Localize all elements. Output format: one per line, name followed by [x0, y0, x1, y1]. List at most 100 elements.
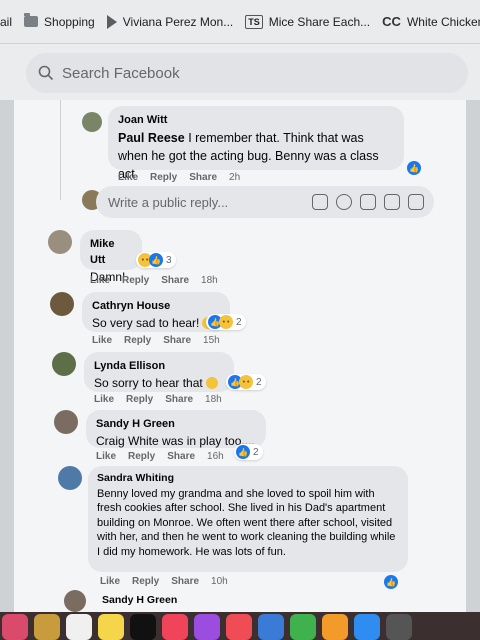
- share-button[interactable]: Share: [163, 335, 191, 346]
- like-button[interactable]: Like: [118, 172, 138, 183]
- app-icon[interactable]: [66, 614, 92, 640]
- keynote-icon[interactable]: [258, 614, 284, 640]
- search-placeholder: Search Facebook: [62, 64, 180, 82]
- reaction-count: 2: [236, 316, 242, 328]
- share-button[interactable]: Share: [189, 172, 217, 183]
- dock: [0, 612, 480, 640]
- sad-emoji-icon: [205, 377, 218, 389]
- play-icon: [106, 14, 117, 29]
- ts-icon: TS: [245, 14, 263, 29]
- gif-icon[interactable]: [384, 194, 400, 210]
- reply-button[interactable]: Reply: [126, 394, 153, 405]
- comment-bubble-sandra-whiting: Sandra Whiting Benny loved my grandma an…: [88, 466, 408, 572]
- reply-button[interactable]: Reply: [132, 576, 159, 587]
- bookmark-viviana[interactable]: Viviana Perez Mon...: [106, 14, 234, 29]
- reply-input[interactable]: Write a public reply...: [96, 186, 434, 218]
- share-button[interactable]: Share: [161, 275, 189, 286]
- comment-time[interactable]: 18h: [205, 394, 222, 405]
- comment-actions: Like Reply Share 2h: [118, 172, 240, 183]
- cc-icon: CC: [382, 14, 401, 29]
- reply-placeholder: Write a public reply...: [108, 194, 229, 210]
- comment-author[interactable]: Joan Witt: [118, 112, 394, 128]
- numbers-icon[interactable]: [290, 614, 316, 640]
- like-button[interactable]: Like: [96, 451, 116, 462]
- camera-icon[interactable]: [360, 194, 376, 210]
- folder-icon: [24, 13, 39, 27]
- avatar[interactable]: [58, 466, 82, 490]
- bookmark-label: Shopping: [44, 14, 95, 29]
- podcasts-icon[interactable]: [194, 614, 220, 640]
- reply-button[interactable]: Reply: [124, 335, 151, 346]
- share-button[interactable]: Share: [167, 451, 195, 462]
- comment-actions: Like Reply Share 10h: [100, 576, 228, 587]
- sad-reaction-icon: • •: [219, 315, 233, 329]
- music-icon[interactable]: [162, 614, 188, 640]
- mention-link[interactable]: Paul Reese: [118, 131, 185, 145]
- bookmark-mice[interactable]: TS Mice Share Each...: [245, 14, 371, 29]
- comment-author[interactable]: Sandra Whiting: [97, 471, 399, 486]
- like-button[interactable]: Like: [90, 275, 110, 286]
- share-button[interactable]: Share: [171, 576, 199, 587]
- like-button[interactable]: Like: [94, 394, 114, 405]
- comment-author[interactable]: Sandy H Green: [96, 416, 256, 432]
- news-icon[interactable]: [226, 614, 252, 640]
- comment-time[interactable]: 15h: [203, 335, 220, 346]
- reaction-summary[interactable]: 👍: [384, 575, 398, 589]
- comment-author[interactable]: Mike Utt: [90, 236, 132, 268]
- comment-text: So sorry to hear that: [94, 376, 203, 390]
- avatar[interactable]: [50, 292, 74, 316]
- comment-actions: Like Reply Share 18h: [90, 275, 218, 286]
- sad-reaction-icon: • •: [239, 375, 253, 389]
- avatar[interactable]: [52, 352, 76, 376]
- app-icon[interactable]: [34, 614, 60, 640]
- bookmark-label: White Chicken Ch: [406, 14, 480, 29]
- reply-button[interactable]: Reply: [128, 451, 155, 462]
- reaction-summary[interactable]: • • 👍 3: [136, 252, 176, 268]
- comment-text: So very sad to hear!: [92, 316, 200, 330]
- search-icon: [38, 65, 54, 81]
- share-button[interactable]: Share: [165, 394, 193, 405]
- like-button[interactable]: Like: [100, 576, 120, 587]
- reaction-summary[interactable]: 👍 • • 2: [226, 374, 266, 390]
- notes-icon[interactable]: [98, 614, 124, 640]
- pages-icon[interactable]: [322, 614, 348, 640]
- bookmark-chicken[interactable]: CC White Chicken Ch: [382, 14, 480, 29]
- bookmark-label: Mice Share Each...: [268, 14, 371, 29]
- like-button[interactable]: Like: [92, 335, 112, 346]
- emoji-icon[interactable]: [336, 194, 352, 210]
- comment-author[interactable]: Lynda Ellison: [94, 358, 224, 374]
- reaction-summary[interactable]: 👍: [407, 161, 421, 175]
- comment-author[interactable]: Cathryn House: [92, 298, 220, 314]
- reply-button[interactable]: Reply: [122, 275, 149, 286]
- system-preferences-icon[interactable]: [386, 614, 412, 640]
- avatar-sticker-icon[interactable]: [312, 194, 328, 210]
- bookmark-label: ail: [0, 14, 13, 29]
- avatar[interactable]: [48, 230, 72, 254]
- comment-bubble-mike-utt: Mike Utt Damn!: [80, 230, 142, 284]
- bookmark-label: Viviana Perez Mon...: [122, 14, 234, 29]
- apple-tv-icon[interactable]: [130, 614, 156, 640]
- comment-actions: Like Reply Share 18h: [94, 394, 222, 405]
- sticker-icon[interactable]: [408, 194, 424, 210]
- comment-time[interactable]: 2h: [229, 172, 240, 183]
- bookmark-mail[interactable]: ail: [0, 15, 12, 29]
- comment-bubble-lynda-ellison: Lynda Ellison So sorry to hear that: [84, 352, 234, 392]
- avatar[interactable]: [64, 590, 86, 612]
- comment-text: Craig White was in play too....: [96, 434, 255, 448]
- app-icon[interactable]: [2, 614, 28, 640]
- comment-time[interactable]: 10h: [211, 576, 228, 587]
- comment-author[interactable]: Sandy H Green: [102, 594, 177, 606]
- reaction-summary[interactable]: 👍 • • 2: [206, 314, 246, 330]
- comment-time[interactable]: 16h: [207, 451, 224, 462]
- reaction-summary[interactable]: 👍 2: [234, 444, 263, 460]
- reaction-count: 2: [256, 376, 262, 388]
- comment-time[interactable]: 18h: [201, 275, 218, 286]
- app-store-icon[interactable]: [354, 614, 380, 640]
- bookmark-shopping[interactable]: Shopping: [24, 13, 95, 29]
- like-reaction-icon: 👍: [149, 253, 163, 267]
- avatar[interactable]: [82, 112, 102, 132]
- reply-button[interactable]: Reply: [150, 172, 177, 183]
- search-input[interactable]: Search Facebook: [26, 53, 468, 93]
- comment-actions: Like Reply Share 15h: [92, 335, 220, 346]
- avatar[interactable]: [54, 410, 78, 434]
